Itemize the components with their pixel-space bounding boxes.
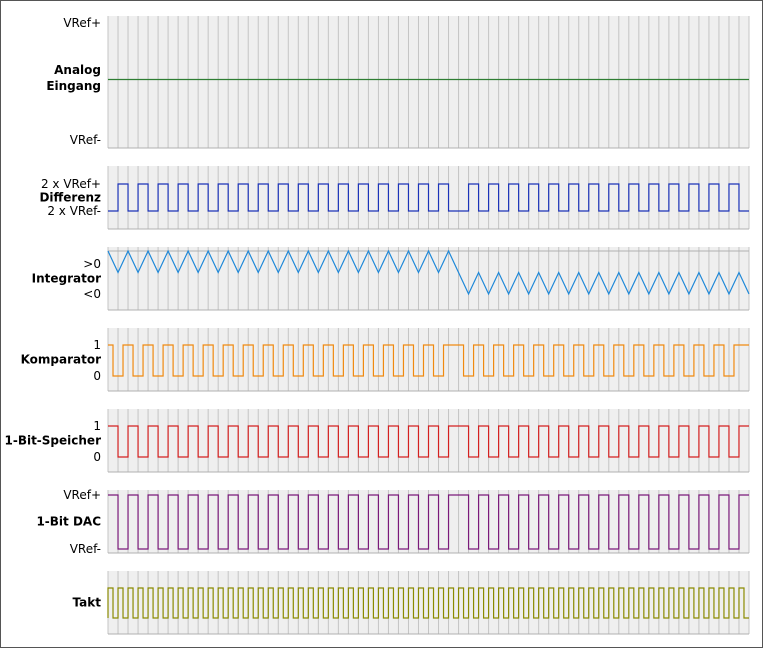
analog-bottom-level: VRef- (70, 133, 101, 147)
diagram-frame: Analog Eingang VRef+ VRef- Differenz 2 x VRef… (0, 0, 763, 648)
speicher-bottom-level: 0 (93, 450, 101, 464)
integrator-bottom-level: <0 (83, 287, 101, 301)
komparator-top-level: 1 (93, 338, 101, 352)
komparator-bottom-level: 0 (93, 369, 101, 383)
differenz-label: Differenz (39, 191, 101, 205)
analog-label-line-2: Eingang (46, 79, 101, 93)
dac-bottom-level: VRef- (70, 542, 101, 556)
sigma-delta-diagram: Analog Eingang VRef+ VRef- Differenz2 x VRef… (4, 16, 750, 635)
speicher-top-level: 1 (93, 419, 101, 433)
integrator-label: Integrator (32, 272, 101, 286)
differenz-bottom-level: 2 x VRef- (47, 204, 101, 218)
differenz-top-level: 2 x VRef+ (41, 177, 101, 191)
takt-label: Takt (73, 596, 102, 610)
komparator-label: Komparator (21, 353, 102, 367)
integrator-top-level: >0 (83, 257, 101, 271)
dac-top-level: VRef+ (63, 488, 101, 502)
dac-label: 1-Bit DAC (36, 515, 101, 529)
speicher-label: 1-Bit-Speicher (4, 434, 101, 448)
analog-top-level: VRef+ (63, 16, 101, 30)
analog-label-line-1: Analog (54, 63, 101, 77)
